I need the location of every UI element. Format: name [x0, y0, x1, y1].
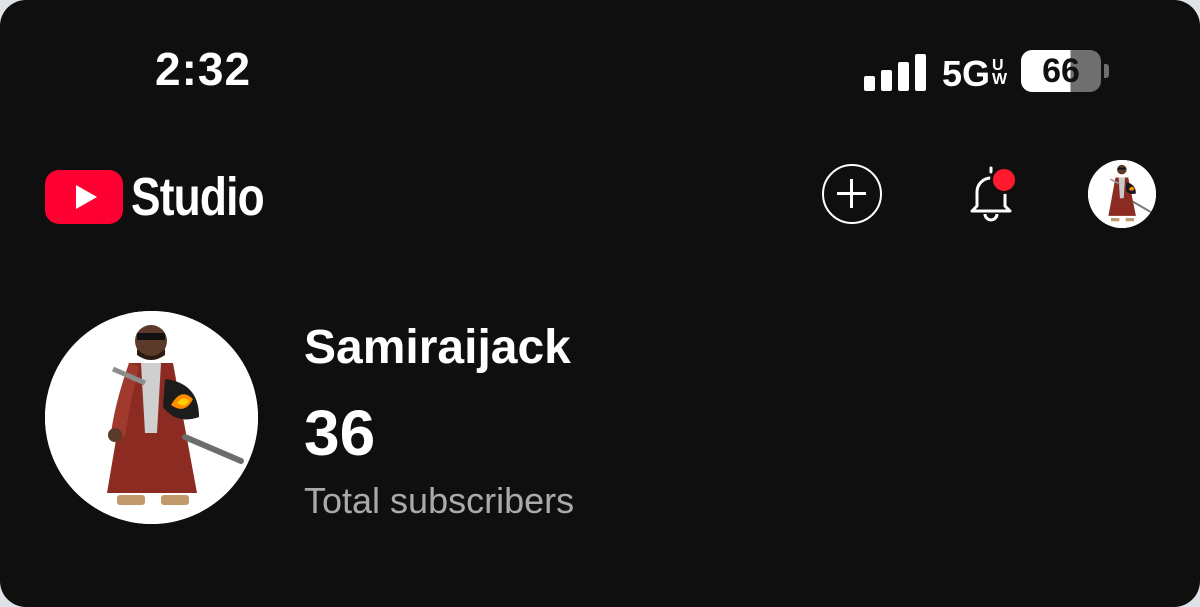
avatar-samurai-image	[45, 311, 258, 524]
network-indicator: 5G UW	[942, 53, 1007, 95]
channel-avatar[interactable]	[45, 311, 258, 524]
channel-name: Samiraijack	[304, 321, 571, 374]
subscriber-count: 36	[304, 397, 376, 469]
logo-text: Studio	[131, 167, 265, 227]
avatar-samurai-image	[1088, 160, 1156, 228]
network-type: 5G	[942, 53, 991, 94]
battery-level: 66	[1042, 52, 1080, 90]
battery-icon: 66	[1021, 50, 1111, 92]
subscriber-label: Total subscribers	[304, 480, 575, 521]
youtube-play-icon	[45, 170, 123, 224]
notifications-button[interactable]	[960, 162, 1022, 224]
studio-logo[interactable]: Studio	[45, 166, 293, 228]
account-avatar[interactable]	[1088, 160, 1156, 228]
battery-nub	[1104, 64, 1109, 78]
network-suffix: UW	[992, 57, 1008, 88]
studio-screen: 2:32 5G UW 66 Studio Samiraijack 36 Tota…	[0, 0, 1200, 607]
create-button[interactable]	[822, 164, 882, 224]
plus-vertical	[850, 179, 853, 208]
status-time: 2:32	[155, 43, 252, 95]
unread-badge	[990, 166, 1018, 194]
cellular-signal-icon	[864, 53, 926, 91]
